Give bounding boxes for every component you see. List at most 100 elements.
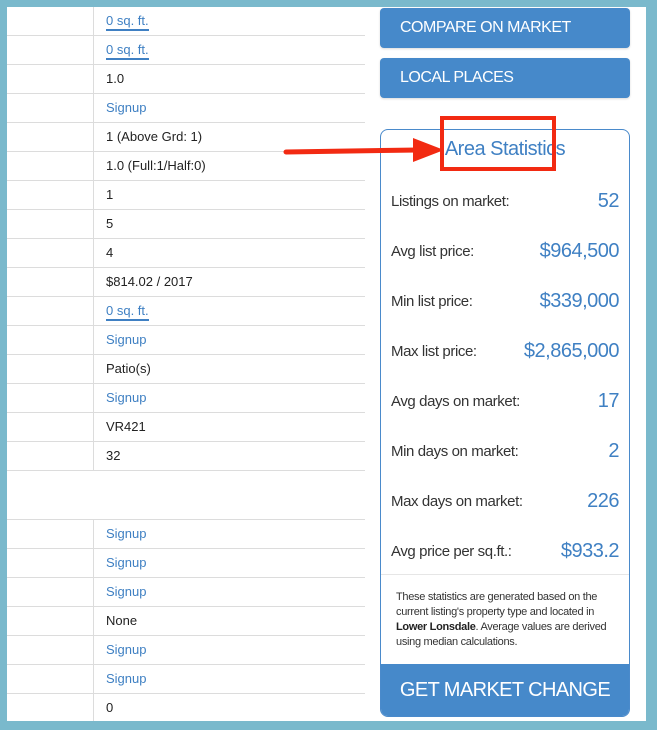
signup-link[interactable]: Signup xyxy=(94,636,365,664)
row-value-text: None xyxy=(106,613,138,628)
row-value-text[interactable]: Signup xyxy=(106,100,146,115)
row-value: None xyxy=(94,607,365,635)
row-label-cell xyxy=(7,152,94,180)
row-label-cell xyxy=(7,413,94,441)
signup-link[interactable]: Signup xyxy=(94,549,365,577)
row-label-cell xyxy=(7,94,94,122)
stat-value: $2,865,000 xyxy=(523,339,620,362)
table-row: 0 sq. ft. xyxy=(7,7,365,36)
row-label-cell xyxy=(7,694,94,721)
row-value-text[interactable]: 0 sq. ft. xyxy=(106,303,149,321)
row-value-text[interactable]: Signup xyxy=(106,555,146,570)
row-value-text[interactable]: Signup xyxy=(106,332,146,347)
stat-row: Avg price per sq.ft.: $933.2 xyxy=(391,536,620,566)
signup-link[interactable]: Signup xyxy=(94,578,365,606)
row-value: 1 (Above Grd: 1) xyxy=(94,123,365,151)
row-value-text[interactable]: Signup xyxy=(106,526,146,541)
row-value-text[interactable]: 0 sq. ft. xyxy=(106,42,149,60)
row-value-text: 5 xyxy=(106,216,114,231)
row-value: 1.0 (Full:1/Half:0) xyxy=(94,152,365,180)
table-row: 1.0 (Full:1/Half:0) xyxy=(7,152,365,181)
table-row: 1 xyxy=(7,181,365,210)
row-value-text[interactable]: Signup xyxy=(106,390,146,405)
row-value: 0 xyxy=(94,694,365,721)
row-label-cell xyxy=(7,239,94,267)
row-value-text: $814.02 / 2017 xyxy=(106,274,193,289)
table-row: 0 xyxy=(7,694,365,721)
stat-row: Min list price: $339,000 xyxy=(391,286,620,316)
table-row: 32 xyxy=(7,442,365,471)
row-value: 5 xyxy=(94,210,365,238)
row-label-cell xyxy=(7,442,94,470)
table-row: Signup xyxy=(7,384,365,413)
signup-link[interactable]: Signup xyxy=(94,520,365,548)
stat-value: 2 xyxy=(608,439,619,462)
row-value-text: 1 xyxy=(106,187,114,202)
table-row: VR421 xyxy=(7,413,365,442)
row-value-text: VR421 xyxy=(106,419,146,434)
table-row: 4 xyxy=(7,239,365,268)
row-label-cell xyxy=(7,607,94,635)
stat-value: 52 xyxy=(597,189,620,212)
row-label-cell xyxy=(7,326,94,354)
table-row: Signup xyxy=(7,94,365,123)
area-statistics-panel: Area Statistics Listings on market: 52 Avg… xyxy=(380,129,630,717)
get-market-change-alerts-button[interactable]: GET MARKET CHANGE ALERTS xyxy=(381,664,629,716)
stat-value: $339,000 xyxy=(539,289,620,312)
signup-link[interactable]: Signup xyxy=(94,326,365,354)
compare-on-market-button[interactable]: COMPARE ON MARKET xyxy=(380,8,630,48)
table-row: Signup xyxy=(7,549,365,578)
statistics-note: These statistics are generated based on … xyxy=(396,590,617,650)
row-value: 1.0 xyxy=(94,65,365,93)
row-value-text[interactable]: Signup xyxy=(106,642,146,657)
page: 0 sq. ft. 0 sq. ft. 1.0 Signup 1 (Above Grd:… xyxy=(7,7,646,721)
signup-link[interactable]: Signup xyxy=(94,94,365,122)
stat-label: Min list price: xyxy=(391,292,473,310)
row-label-cell xyxy=(7,355,94,383)
row-label-cell xyxy=(7,549,94,577)
row-value-text: 4 xyxy=(106,245,114,260)
table-row: 1 (Above Grd: 1) xyxy=(7,123,365,152)
table-row: None xyxy=(7,607,365,636)
table-row: $814.02 / 2017 xyxy=(7,268,365,297)
table-row: Signup xyxy=(7,520,365,549)
stat-label: Avg price per sq.ft.: xyxy=(391,542,512,560)
table-row: Signup xyxy=(7,636,365,665)
section-gap xyxy=(7,471,365,520)
stat-row: Max list price: $2,865,000 xyxy=(391,336,620,366)
area-link[interactable]: 0 sq. ft. xyxy=(94,297,365,325)
row-value: VR421 xyxy=(94,413,365,441)
row-label-cell xyxy=(7,520,94,548)
row-value: Patio(s) xyxy=(94,355,365,383)
note-text: These statistics are generated based on … xyxy=(396,591,598,618)
area-statistics-title: Area Statistics xyxy=(444,138,566,160)
stat-label: Min days on market: xyxy=(391,442,519,460)
row-label-cell xyxy=(7,7,94,35)
stat-label: Avg days on market: xyxy=(391,392,520,410)
table-row: 0 sq. ft. xyxy=(7,297,365,326)
stat-value: $964,500 xyxy=(539,239,620,262)
signup-link[interactable]: Signup xyxy=(94,665,365,693)
table-row: Patio(s) xyxy=(7,355,365,384)
stat-label: Max list price: xyxy=(391,342,477,360)
stat-value: 17 xyxy=(597,389,620,412)
stat-value: 226 xyxy=(587,489,619,512)
table-row: Signup xyxy=(7,326,365,355)
table-row: Signup xyxy=(7,578,365,607)
local-places-button[interactable]: LOCAL PLACES xyxy=(380,58,630,98)
row-value-text[interactable]: 0 sq. ft. xyxy=(106,13,149,31)
note-location: Lower Lonsdale xyxy=(396,621,476,633)
row-value-text[interactable]: Signup xyxy=(106,584,146,599)
table-row: Signup xyxy=(7,665,365,694)
row-value: 32 xyxy=(94,442,365,470)
area-link[interactable]: 0 sq. ft. xyxy=(94,36,365,64)
row-value-text[interactable]: Signup xyxy=(106,671,146,686)
stat-row: Max days on market: 226 xyxy=(391,486,619,516)
row-value-text: 0 xyxy=(106,700,114,715)
area-link[interactable]: 0 sq. ft. xyxy=(94,7,365,35)
stat-value: $933.2 xyxy=(560,539,620,562)
stat-label: Avg list price: xyxy=(391,242,474,260)
stat-row: Listings on market: 52 xyxy=(391,186,620,216)
signup-link[interactable]: Signup xyxy=(94,384,365,412)
divider xyxy=(381,574,629,575)
